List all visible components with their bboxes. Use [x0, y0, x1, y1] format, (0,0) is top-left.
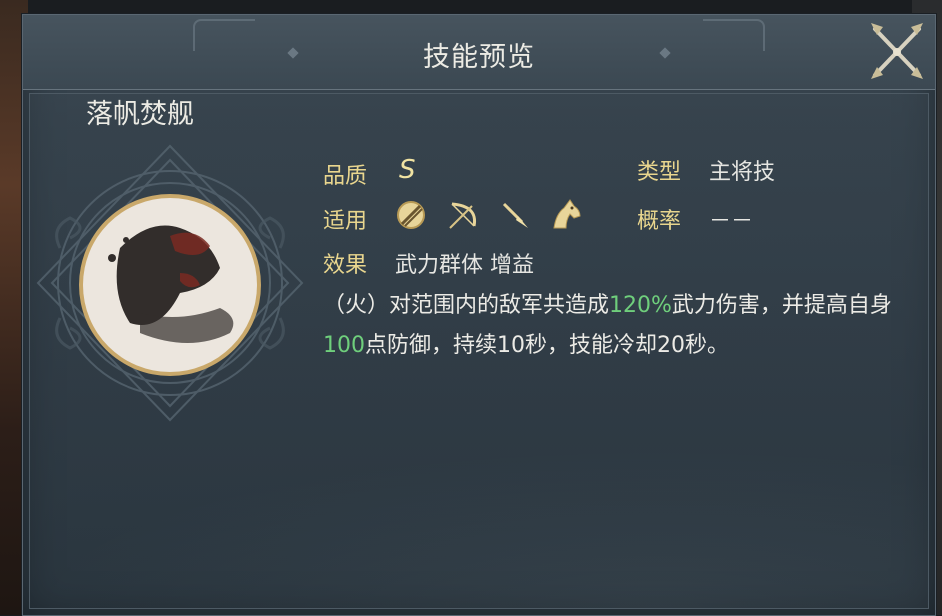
- skill-name: 落帆焚舰: [86, 99, 194, 130]
- effect-label: 效果: [323, 253, 368, 278]
- dialog-header: 技能预览: [23, 15, 935, 90]
- spear-icon: [498, 198, 532, 232]
- mist-decoration: [30, 448, 928, 608]
- close-button[interactable]: [867, 19, 927, 83]
- description-text-2: 武力伤害，并提高自身: [671, 293, 892, 318]
- effect-value: 武力群体 增益: [395, 253, 534, 278]
- skill-description: （火）对范围内的敌军共造成120%武力伤害，并提高自身 100点防御，持续10秒，…: [323, 286, 893, 366]
- horse-icon: [548, 196, 582, 230]
- crossed-swords-close-icon: [871, 23, 923, 79]
- quality-label: 品质: [323, 164, 368, 189]
- description-text-3: 点防御，持续10秒，技能冷却20秒。: [365, 333, 729, 358]
- type-value: 主将技: [709, 160, 776, 185]
- bow-icon: [446, 198, 480, 232]
- skill-emblem: [30, 138, 310, 428]
- defense-value-highlight: 100: [323, 333, 365, 358]
- type-label: 类型: [637, 160, 682, 185]
- rate-label: 概率: [637, 209, 682, 234]
- quality-value: S: [399, 155, 416, 185]
- damage-percent-highlight: 120%: [609, 293, 672, 318]
- description-text-1: （火）对范围内的敌军共造成: [323, 293, 610, 318]
- applicable-label: 适用: [323, 209, 368, 234]
- dialog-title: 技能预览: [423, 42, 535, 73]
- rate-value: －－: [709, 209, 754, 234]
- shield-icon: [394, 198, 428, 232]
